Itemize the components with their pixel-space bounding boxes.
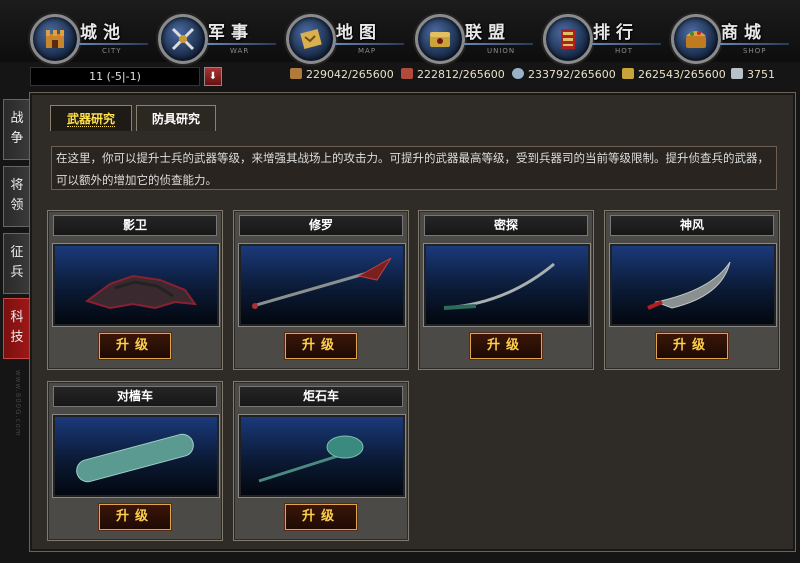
location-display: 11 (-5|-1) — [30, 67, 200, 86]
weapon-name: 炬石车 — [239, 386, 403, 407]
nav-city-title: 城池 — [80, 23, 126, 43]
resource-grain: 262543/265600 — [622, 68, 726, 82]
resource-wood-value: 229042/265600 — [306, 68, 394, 81]
upgrade-button[interactable]: 升级 — [99, 504, 171, 530]
weapon-image — [52, 414, 220, 498]
side-tab-recruit[interactable]: 征兵 — [3, 233, 30, 294]
nav-war[interactable]: 军事 WAR — [158, 6, 283, 64]
nav-union[interactable]: 联盟 UNION — [415, 6, 540, 64]
top-navigation: 城池 CITY 军事 WAR 地图 MAP 联盟 UNION 排行 HOT 商城… — [0, 0, 800, 64]
upgrade-button[interactable]: 升级 — [470, 333, 542, 359]
silver-icon — [731, 68, 743, 79]
tab-armor-research[interactable]: 防具研究 — [136, 105, 216, 131]
map-scroll-icon — [286, 14, 336, 64]
weapon-card-xiuluo: 修罗 升级 — [233, 210, 409, 370]
side-tab-label: 将领 — [10, 178, 24, 213]
research-description: 在这里，你可以提升士兵的武器等级，来增强其战场上的攻击力。可提升的武器最高等级，… — [51, 146, 777, 190]
resource-iron-value: 233792/265600 — [528, 68, 616, 81]
resource-grain-value: 262543/265600 — [638, 68, 726, 81]
weapon-card-mitan: 密探 升级 — [418, 210, 594, 370]
weapon-name: 神风 — [610, 215, 774, 236]
weapon-image — [52, 243, 220, 327]
nav-map[interactable]: 地图 MAP — [286, 6, 411, 64]
tab-label: 武器研究 — [66, 112, 115, 127]
weapon-card-duiqiangche: 对樯车 升级 — [47, 381, 223, 541]
nav-shop-title: 商城 — [721, 23, 767, 43]
iron-icon — [512, 68, 524, 79]
weapon-image — [609, 243, 777, 327]
tab-weapon-research[interactable]: 武器研究 — [50, 105, 132, 131]
weapon-card-yingwei: 影卫 升级 — [47, 210, 223, 370]
nav-ranking[interactable]: 排行 HOT — [543, 6, 668, 64]
nav-underline — [334, 43, 404, 45]
wood-icon — [290, 68, 302, 79]
upgrade-button[interactable]: 升级 — [656, 333, 728, 359]
nav-war-title: 军事 — [208, 23, 254, 43]
nav-city[interactable]: 城池 CITY — [30, 6, 155, 64]
weapon-name: 密探 — [424, 215, 588, 236]
upgrade-button[interactable]: 升级 — [99, 333, 171, 359]
resource-brick-value: 222812/265600 — [417, 68, 505, 81]
nav-city-sub: CITY — [102, 47, 122, 55]
resource-iron: 233792/265600 — [512, 68, 616, 82]
nav-underline — [719, 43, 789, 45]
nav-map-title: 地图 — [336, 23, 382, 43]
alliance-chest-icon — [415, 14, 465, 64]
weapon-card-jushiche: 炬石车 升级 — [233, 381, 409, 541]
side-tab-label: 科技 — [10, 310, 24, 345]
tab-label: 防具研究 — [151, 112, 200, 126]
ranking-banner-icon — [543, 14, 593, 64]
castle-icon — [30, 14, 80, 64]
nav-shop[interactable]: 商城 SHOP — [671, 6, 796, 64]
nav-ranking-sub: HOT — [615, 47, 634, 55]
weapon-image — [238, 243, 406, 327]
weapon-card-shenfeng: 神风 升级 — [604, 210, 780, 370]
weapon-image — [423, 243, 591, 327]
resource-silver-value: 3751 — [747, 68, 775, 81]
nav-underline — [78, 43, 148, 45]
nav-ranking-title: 排行 — [593, 23, 639, 43]
nav-underline — [591, 43, 661, 45]
download-arrow-icon[interactable]: ⬇ — [204, 67, 222, 86]
resource-wood: 229042/265600 — [290, 68, 394, 82]
weapon-name: 对樯车 — [53, 386, 217, 407]
research-panel: 武器研究 防具研究 在这里，你可以提升士兵的武器等级，来增强其战场上的攻击力。可… — [29, 92, 796, 552]
side-tab-war[interactable]: 战争 — [3, 99, 30, 160]
resource-silver: 3751 — [731, 68, 775, 82]
side-tab-generals[interactable]: 将领 — [3, 166, 30, 227]
treasure-box-icon — [671, 14, 721, 64]
nav-union-title: 联盟 — [465, 23, 511, 43]
crossed-swords-icon — [158, 14, 208, 64]
nav-underline — [206, 43, 276, 45]
weapon-image — [238, 414, 406, 498]
site-url-watermark: www.800G.com — [14, 370, 22, 437]
weapon-name: 修罗 — [239, 215, 403, 236]
brick-icon — [401, 68, 413, 79]
side-tab-label: 战争 — [10, 111, 24, 146]
nav-union-sub: UNION — [487, 47, 516, 55]
resource-brick: 222812/265600 — [401, 68, 505, 82]
nav-shop-sub: SHOP — [743, 47, 767, 55]
grain-icon — [622, 68, 634, 79]
nav-map-sub: MAP — [358, 47, 377, 55]
upgrade-button[interactable]: 升级 — [285, 504, 357, 530]
weapon-name: 影卫 — [53, 215, 217, 236]
side-tab-label: 征兵 — [10, 245, 24, 280]
nav-war-sub: WAR — [230, 47, 250, 55]
side-tab-tech[interactable]: 科技 — [3, 298, 30, 359]
nav-underline — [463, 43, 533, 45]
upgrade-button[interactable]: 升级 — [285, 333, 357, 359]
